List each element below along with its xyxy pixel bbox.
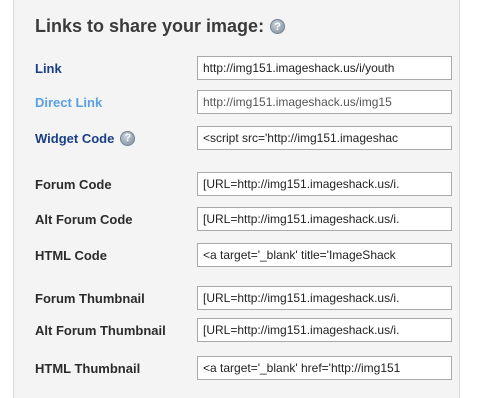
help-icon[interactable]: ?	[270, 19, 286, 34]
html-thumbnail-label: HTML Thumbnail	[35, 360, 141, 376]
alt-forum-code-field[interactable]	[197, 207, 452, 231]
forum-code-label: Forum Code	[35, 176, 112, 192]
row-alt-forum-thumbnail: Alt Forum Thumbnail	[35, 318, 455, 342]
row-alt-forum-code: Alt Forum Code	[35, 207, 455, 231]
row-forum-thumbnail: Forum Thumbnail	[35, 286, 455, 310]
heading-text: Links to share your image:	[35, 16, 265, 36]
row-html-code: HTML Code	[35, 243, 455, 267]
forum-thumbnail-field[interactable]	[197, 286, 452, 310]
widget-code-label-text[interactable]: Widget Code	[35, 131, 114, 146]
alt-forum-thumbnail-field[interactable]	[197, 318, 452, 342]
alt-forum-code-label: Alt Forum Code	[35, 211, 133, 227]
row-link: Link	[35, 56, 455, 80]
help-icon[interactable]: ?	[120, 130, 136, 146]
html-thumbnail-field[interactable]	[197, 356, 452, 380]
forum-code-field[interactable]	[197, 172, 452, 196]
widget-code-field[interactable]	[197, 126, 452, 150]
share-links-heading: Links to share your image: ?	[35, 16, 286, 37]
row-widget-code: Widget Code ?	[35, 126, 455, 150]
link-label[interactable]: Link	[35, 61, 197, 76]
row-html-thumbnail: HTML Thumbnail	[35, 356, 455, 380]
link-field[interactable]	[197, 56, 452, 80]
widget-code-label[interactable]: Widget Code ?	[35, 130, 197, 146]
direct-link-field[interactable]	[197, 90, 452, 114]
direct-link-label[interactable]: Direct Link	[35, 95, 197, 110]
alt-forum-thumbnail-label: Alt Forum Thumbnail	[35, 322, 166, 338]
forum-thumbnail-label: Forum Thumbnail	[35, 290, 145, 306]
row-direct-link: Direct Link	[35, 90, 455, 114]
html-code-field[interactable]	[197, 243, 452, 267]
html-code-label: HTML Code	[35, 247, 107, 263]
row-forum-code: Forum Code	[35, 172, 455, 196]
